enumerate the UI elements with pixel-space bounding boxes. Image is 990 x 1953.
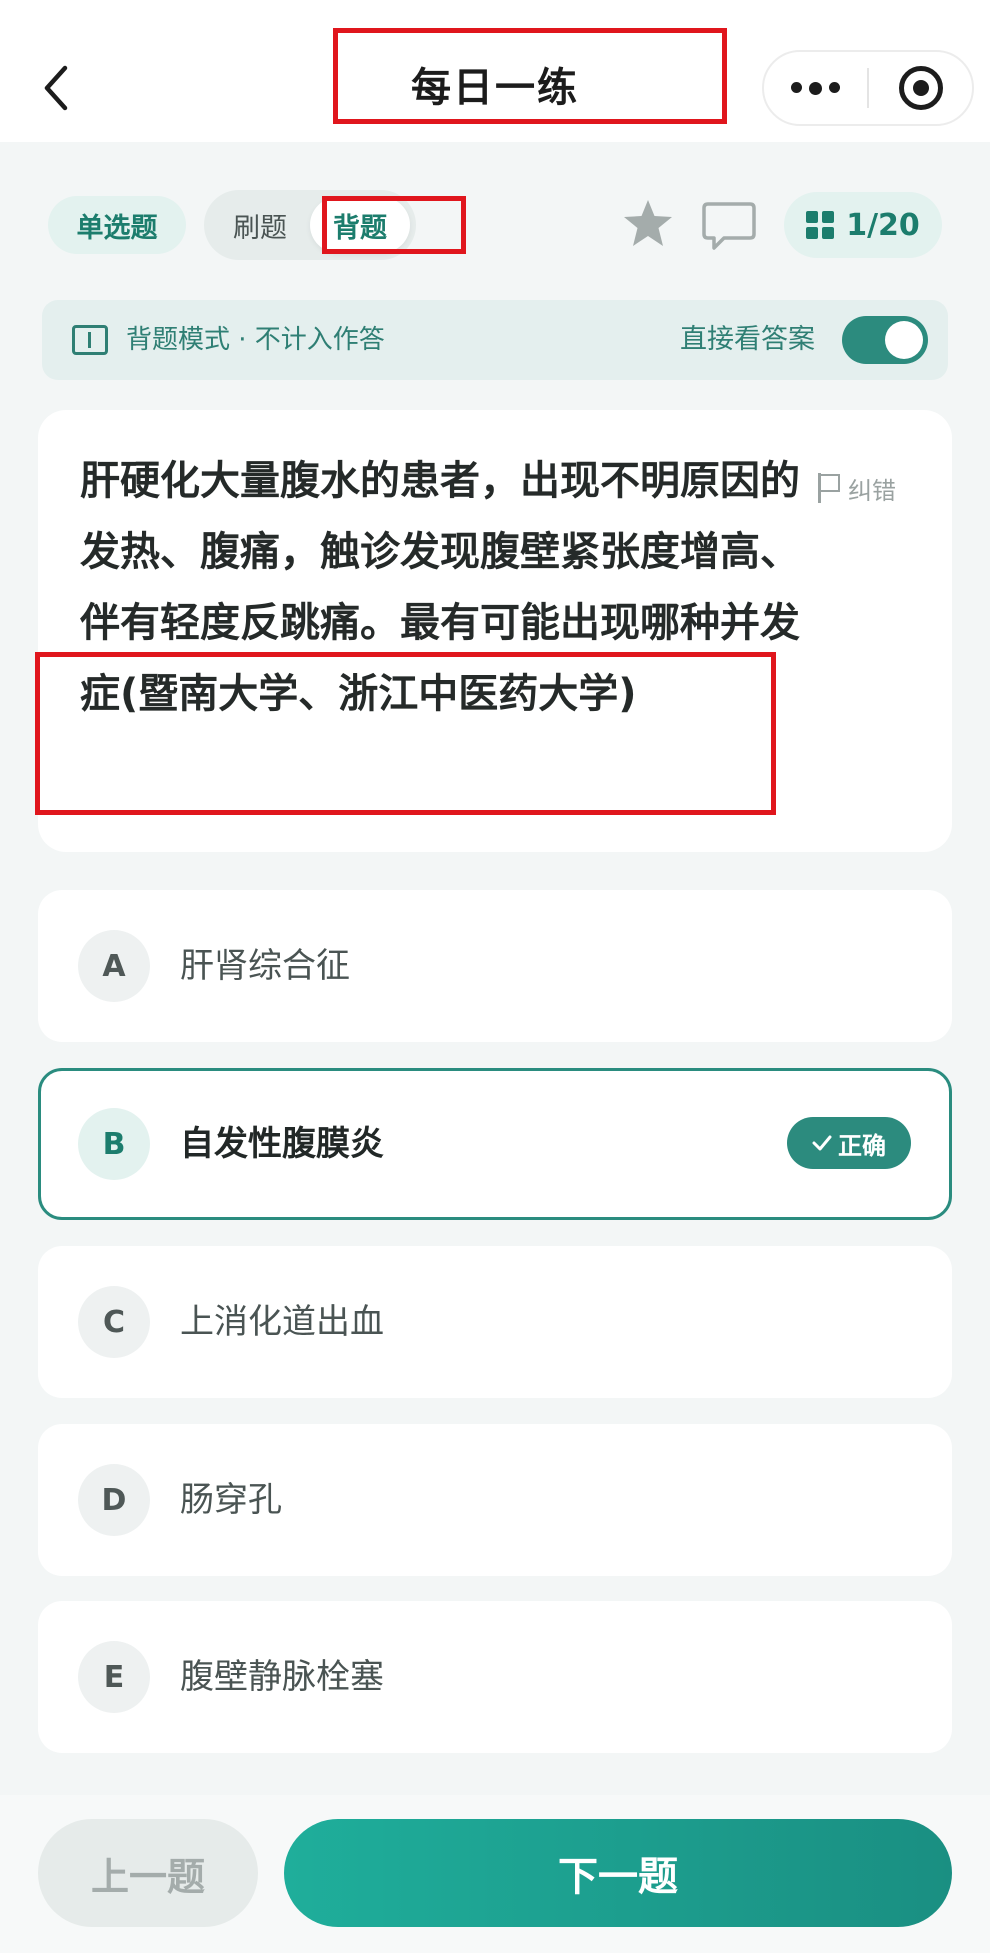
check-icon <box>812 1135 832 1151</box>
flag-icon <box>818 473 840 503</box>
report-error-label: 纠错 <box>848 476 896 505</box>
show-answer-label: 直接看答案 <box>680 324 815 355</box>
option-text: 肠穿孔 <box>180 1480 282 1520</box>
back-button[interactable] <box>36 60 76 116</box>
question-highlight-box <box>35 652 776 815</box>
option-letter: D <box>78 1464 150 1536</box>
question-type-badge: 单选题 <box>48 196 186 254</box>
mode-highlight-box <box>322 196 466 254</box>
notice-text: 背题模式 · 不计入作答 <box>126 325 385 355</box>
option-letter: A <box>78 930 150 1002</box>
option-text: 腹壁静脉栓塞 <box>180 1657 384 1697</box>
correct-badge-label: 正确 <box>838 1131 886 1160</box>
option-b[interactable]: B 自发性腹膜炎 正确 <box>38 1068 952 1220</box>
show-answer-toggle[interactable] <box>842 316 928 364</box>
chevron-left-icon <box>44 65 68 111</box>
progress-counter: 1/20 <box>846 207 920 243</box>
title-highlight-box <box>333 28 727 124</box>
option-e[interactable]: E 腹壁静脉栓塞 <box>38 1601 952 1753</box>
mode-practice[interactable]: 刷题 <box>210 197 310 253</box>
star-icon[interactable] <box>620 196 676 252</box>
option-letter: C <box>78 1286 150 1358</box>
next-question-button[interactable]: 下一题 <box>284 1819 952 1927</box>
option-letter: B <box>78 1108 150 1180</box>
more-button[interactable] <box>764 52 867 124</box>
option-letter: E <box>78 1641 150 1713</box>
mini-program-capsule <box>762 50 974 126</box>
close-mini-program-button[interactable] <box>869 52 972 124</box>
comment-icon[interactable] <box>700 198 758 254</box>
option-text: 上消化道出血 <box>180 1302 384 1342</box>
book-icon <box>72 325 108 355</box>
option-text: 肝肾综合征 <box>180 946 350 986</box>
option-d[interactable]: D 肠穿孔 <box>38 1424 952 1576</box>
option-text: 自发性腹膜炎 <box>180 1124 384 1164</box>
option-c[interactable]: C 上消化道出血 <box>38 1246 952 1398</box>
option-a[interactable]: A 肝肾综合征 <box>38 890 952 1042</box>
more-dots-icon <box>791 81 840 95</box>
target-icon <box>898 66 943 110</box>
report-error-button[interactable]: 纠错 <box>818 470 896 506</box>
mode-notice-bar: 背题模式 · 不计入作答 直接看答案 <box>42 300 948 380</box>
bottom-nav-bar: 上一题 下一题 <box>0 1795 990 1953</box>
answer-sheet-button[interactable]: 1/20 <box>784 192 942 258</box>
prev-question-button[interactable]: 上一题 <box>38 1819 258 1927</box>
correct-badge: 正确 <box>787 1117 911 1169</box>
grid-icon <box>806 211 835 239</box>
